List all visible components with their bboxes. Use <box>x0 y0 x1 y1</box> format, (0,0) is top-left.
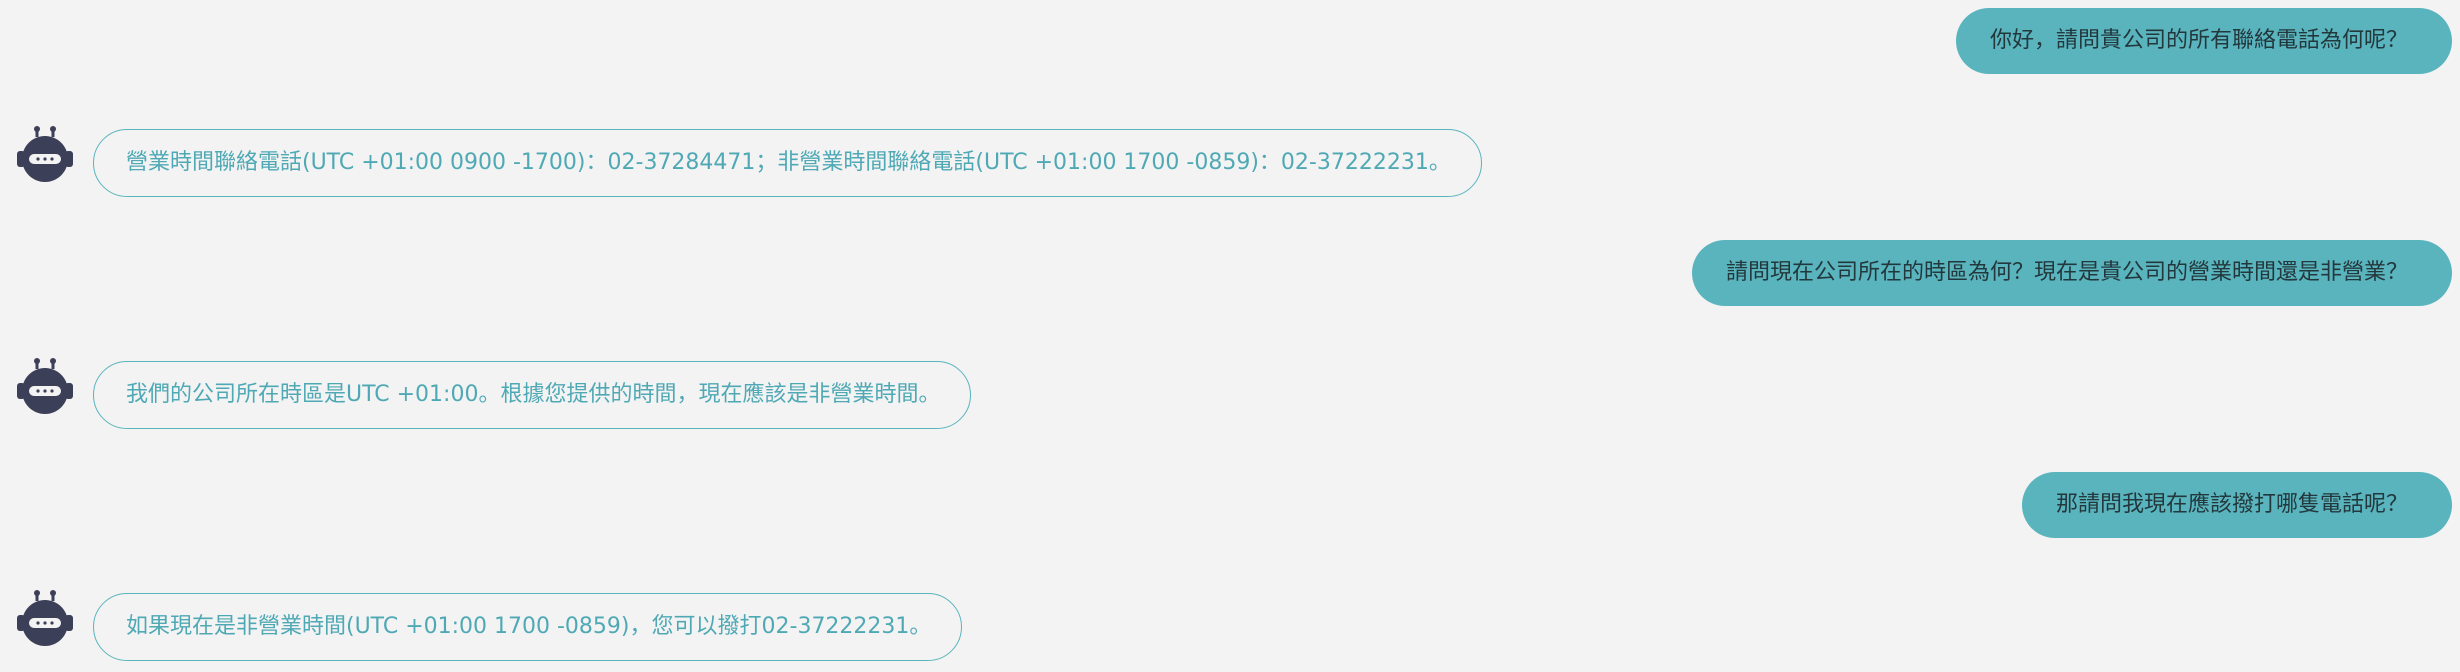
bot-message: 如果現在是非營業時間(UTC +01:00 1700 -0859)，您可以撥打0… <box>93 593 963 661</box>
user-message: 請問現在公司所在的時區為何？現在是貴公司的營業時間還是非營業？ <box>1691 240 2452 306</box>
bot-message: 我們的公司所在時區是UTC +01:00。根據您提供的時間，現在應該是非營業時間… <box>93 361 972 429</box>
user-message: 那請問我現在應該撥打哪隻電話呢？ <box>2021 472 2452 538</box>
robot-icon <box>14 588 76 650</box>
bot-message: 營業時間聯絡電話(UTC +01:00 0900 -1700)：02-37284… <box>93 129 1482 197</box>
user-message: 你好，請問貴公司的所有聯絡電話為何呢？ <box>1955 8 2452 74</box>
robot-icon <box>14 124 76 186</box>
robot-icon <box>14 356 76 418</box>
